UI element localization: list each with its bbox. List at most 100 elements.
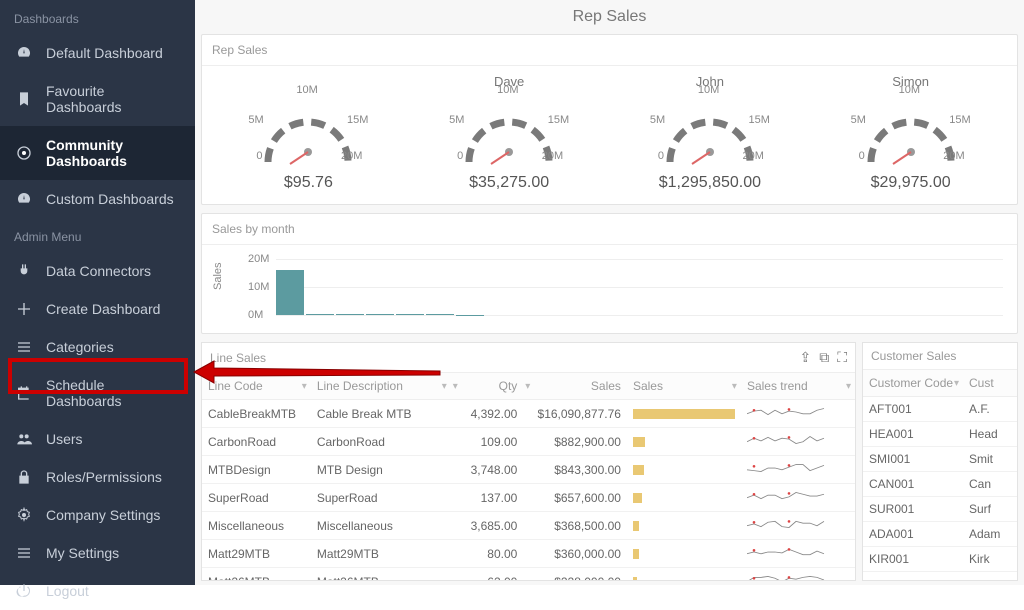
rep-sales-title: Rep Sales [202, 35, 1017, 66]
chart-bar [336, 314, 364, 315]
gauge-value: $1,295,850.00 [610, 174, 811, 192]
line-sales-panel: Line Sales ⇪ ⧉ ⛶ Line Code▾ Line Descrip… [201, 342, 856, 581]
sidebar-item-label: Create Dashboard [46, 301, 160, 317]
table-row[interactable]: Matt29MTBMatt29MTB80.00$360,000.00 [202, 540, 855, 568]
list-icon [16, 339, 32, 355]
chart-ytick: 20M [248, 253, 269, 265]
chart-bar [366, 314, 394, 315]
main-content: Rep Sales Rep Sales 0 5M 10M 15M 20M $95… [195, 0, 1024, 585]
filter-icon[interactable]: ▾ [732, 381, 737, 392]
table-row[interactable]: KIR001Kirk [863, 547, 1017, 572]
sales-by-month-title: Sales by month [202, 214, 1017, 245]
gauge-unnamed: 0 5M 10M 15M 20M $95.76 [208, 74, 409, 192]
sidebar-item-label: Users [46, 431, 83, 447]
filter-icon[interactable]: ▾ [846, 381, 851, 392]
col-sales-num[interactable]: ▾Sales [523, 373, 627, 400]
customer-sales-panel: Customer Sales Customer Code▾ Cust AFT00… [862, 342, 1018, 581]
calendar-icon [16, 385, 32, 401]
chart-bar [276, 270, 304, 315]
copy-icon[interactable]: ⧉ [819, 349, 829, 366]
col-sales-trend[interactable]: Sales trend▾ [741, 373, 855, 400]
sidebar-item-schedule-dashboards[interactable]: Schedule Dashboards [0, 366, 195, 420]
table-row[interactable]: SUR001Surf [863, 497, 1017, 522]
export-icon[interactable]: ⇪ [799, 349, 811, 366]
chart-bar [426, 314, 454, 315]
col-qty[interactable]: ▾Qty [451, 373, 524, 400]
col-cust-name[interactable]: Cust [963, 370, 1017, 397]
tachometer-icon [16, 191, 32, 207]
col-line-desc[interactable]: Line Description▾ [311, 373, 451, 400]
page-title: Rep Sales [195, 0, 1024, 30]
sidebar-item-default-dashboard[interactable]: Default Dashboard [0, 34, 195, 72]
gauge-value: $95.76 [208, 174, 409, 192]
line-sales-table: Line Code▾ Line Description▾ ▾Qty ▾Sales… [202, 373, 855, 581]
filter-icon[interactable]: ▾ [302, 381, 307, 392]
table-row[interactable]: ADA001Adam [863, 522, 1017, 547]
table-row[interactable]: HEA001Head [863, 422, 1017, 447]
col-sales-bar[interactable]: Sales▾ [627, 373, 741, 400]
sidebar-item-users[interactable]: Users [0, 420, 195, 458]
sidebar-item-custom-dashboards[interactable]: Custom Dashboards [0, 180, 195, 218]
sidebar-item-community-dashboards[interactable]: Community Dashboards [0, 126, 195, 180]
sales-by-month-chart: Sales 20M 10M 0M [212, 251, 1007, 329]
tachometer-icon [16, 45, 32, 61]
rep-sales-panel: Rep Sales 0 5M 10M 15M 20M $95.76 Dave 0 [201, 34, 1018, 205]
sidebar-item-label: Schedule Dashboards [46, 377, 179, 409]
sidebar-item-label: Company Settings [46, 507, 160, 523]
sidebar-item-company-settings[interactable]: Company Settings [0, 496, 195, 534]
chart-ylabel: Sales [212, 262, 224, 290]
col-line-code[interactable]: Line Code▾ [202, 373, 311, 400]
sidebar-item-label: Data Connectors [46, 263, 151, 279]
sidebar-item-my-settings[interactable]: My Settings [0, 534, 195, 572]
filter-icon[interactable]: ▾ [954, 378, 959, 389]
table-row[interactable]: CAN001Can [863, 472, 1017, 497]
col-cust-code[interactable]: Customer Code▾ [863, 370, 963, 397]
table-row[interactable]: SMI001Smit [863, 447, 1017, 472]
filter-icon[interactable]: ▾ [525, 381, 530, 392]
table-row[interactable]: CableBreakMTBCable Break MTB4,392.00$16,… [202, 400, 855, 428]
sales-by-month-panel: Sales by month Sales 20M 10M 0M [201, 213, 1018, 334]
sidebar-item-label: Favourite Dashboards [46, 83, 179, 115]
sidebar-item-favourite-dashboards[interactable]: Favourite Dashboards [0, 72, 195, 126]
table-row[interactable]: MiscellaneousMiscellaneous3,685.00$368,5… [202, 512, 855, 540]
customer-sales-table: Customer Code▾ Cust AFT001A.F.HEA001Head… [863, 370, 1017, 572]
gauge-value: $29,975.00 [810, 174, 1011, 192]
sidebar-item-label: My Settings [46, 545, 119, 561]
chart-bar [306, 314, 334, 315]
sidebar-item-label: Custom Dashboards [46, 191, 174, 207]
customer-sales-title: Customer Sales [871, 349, 956, 363]
sidebar-section-admin: Admin Menu [0, 218, 195, 252]
plug-icon [16, 263, 32, 279]
sidebar-item-roles-permissions[interactable]: Roles/Permissions [0, 458, 195, 496]
line-sales-title: Line Sales [210, 351, 266, 365]
filter-icon[interactable]: ▾ [442, 381, 447, 392]
chart-ytick: 10M [248, 281, 269, 293]
lock-icon [16, 469, 32, 485]
sidebar-item-label: Logout [46, 583, 89, 599]
gauge-dave: Dave 0 5M 10M 15M 20M $35,275.00 [409, 74, 610, 192]
fullscreen-icon[interactable]: ⛶ [837, 349, 847, 366]
gauge-john: John 0 5M 10M 15M 20M $1,295,850.00 [610, 74, 811, 192]
gauge-simon: Simon 0 5M 10M 15M 20M $29,975.00 [810, 74, 1011, 192]
power-icon [16, 583, 32, 599]
sidebar-item-data-connectors[interactable]: Data Connectors [0, 252, 195, 290]
cogs-icon [16, 507, 32, 523]
table-row[interactable]: CarbonRoadCarbonRoad109.00$882,900.00 [202, 428, 855, 456]
chart-ytick: 0M [248, 309, 263, 321]
bookmark-icon [16, 91, 32, 107]
globe-icon [16, 145, 32, 161]
sidebar-item-create-dashboard[interactable]: Create Dashboard [0, 290, 195, 328]
table-row[interactable]: MTBDesignMTB Design3,748.00$843,300.00 [202, 456, 855, 484]
sidebar-item-categories[interactable]: Categories [0, 328, 195, 366]
table-row[interactable]: Matt26MTBMatt26MTB62.00$228,000.00 [202, 568, 855, 582]
table-row[interactable]: SuperRoadSuperRoad137.00$657,600.00 [202, 484, 855, 512]
sidebar-item-label: Default Dashboard [46, 45, 163, 61]
sidebar-item-logout[interactable]: Logout [0, 572, 195, 610]
filter-icon[interactable]: ▾ [453, 381, 458, 392]
table-row[interactable]: AFT001A.F. [863, 397, 1017, 422]
sidebar-item-label: Community Dashboards [46, 137, 179, 169]
list-icon [16, 545, 32, 561]
gauge-value: $35,275.00 [409, 174, 610, 192]
sidebar-item-label: Categories [46, 339, 114, 355]
sidebar: Dashboards Default DashboardFavourite Da… [0, 0, 195, 585]
